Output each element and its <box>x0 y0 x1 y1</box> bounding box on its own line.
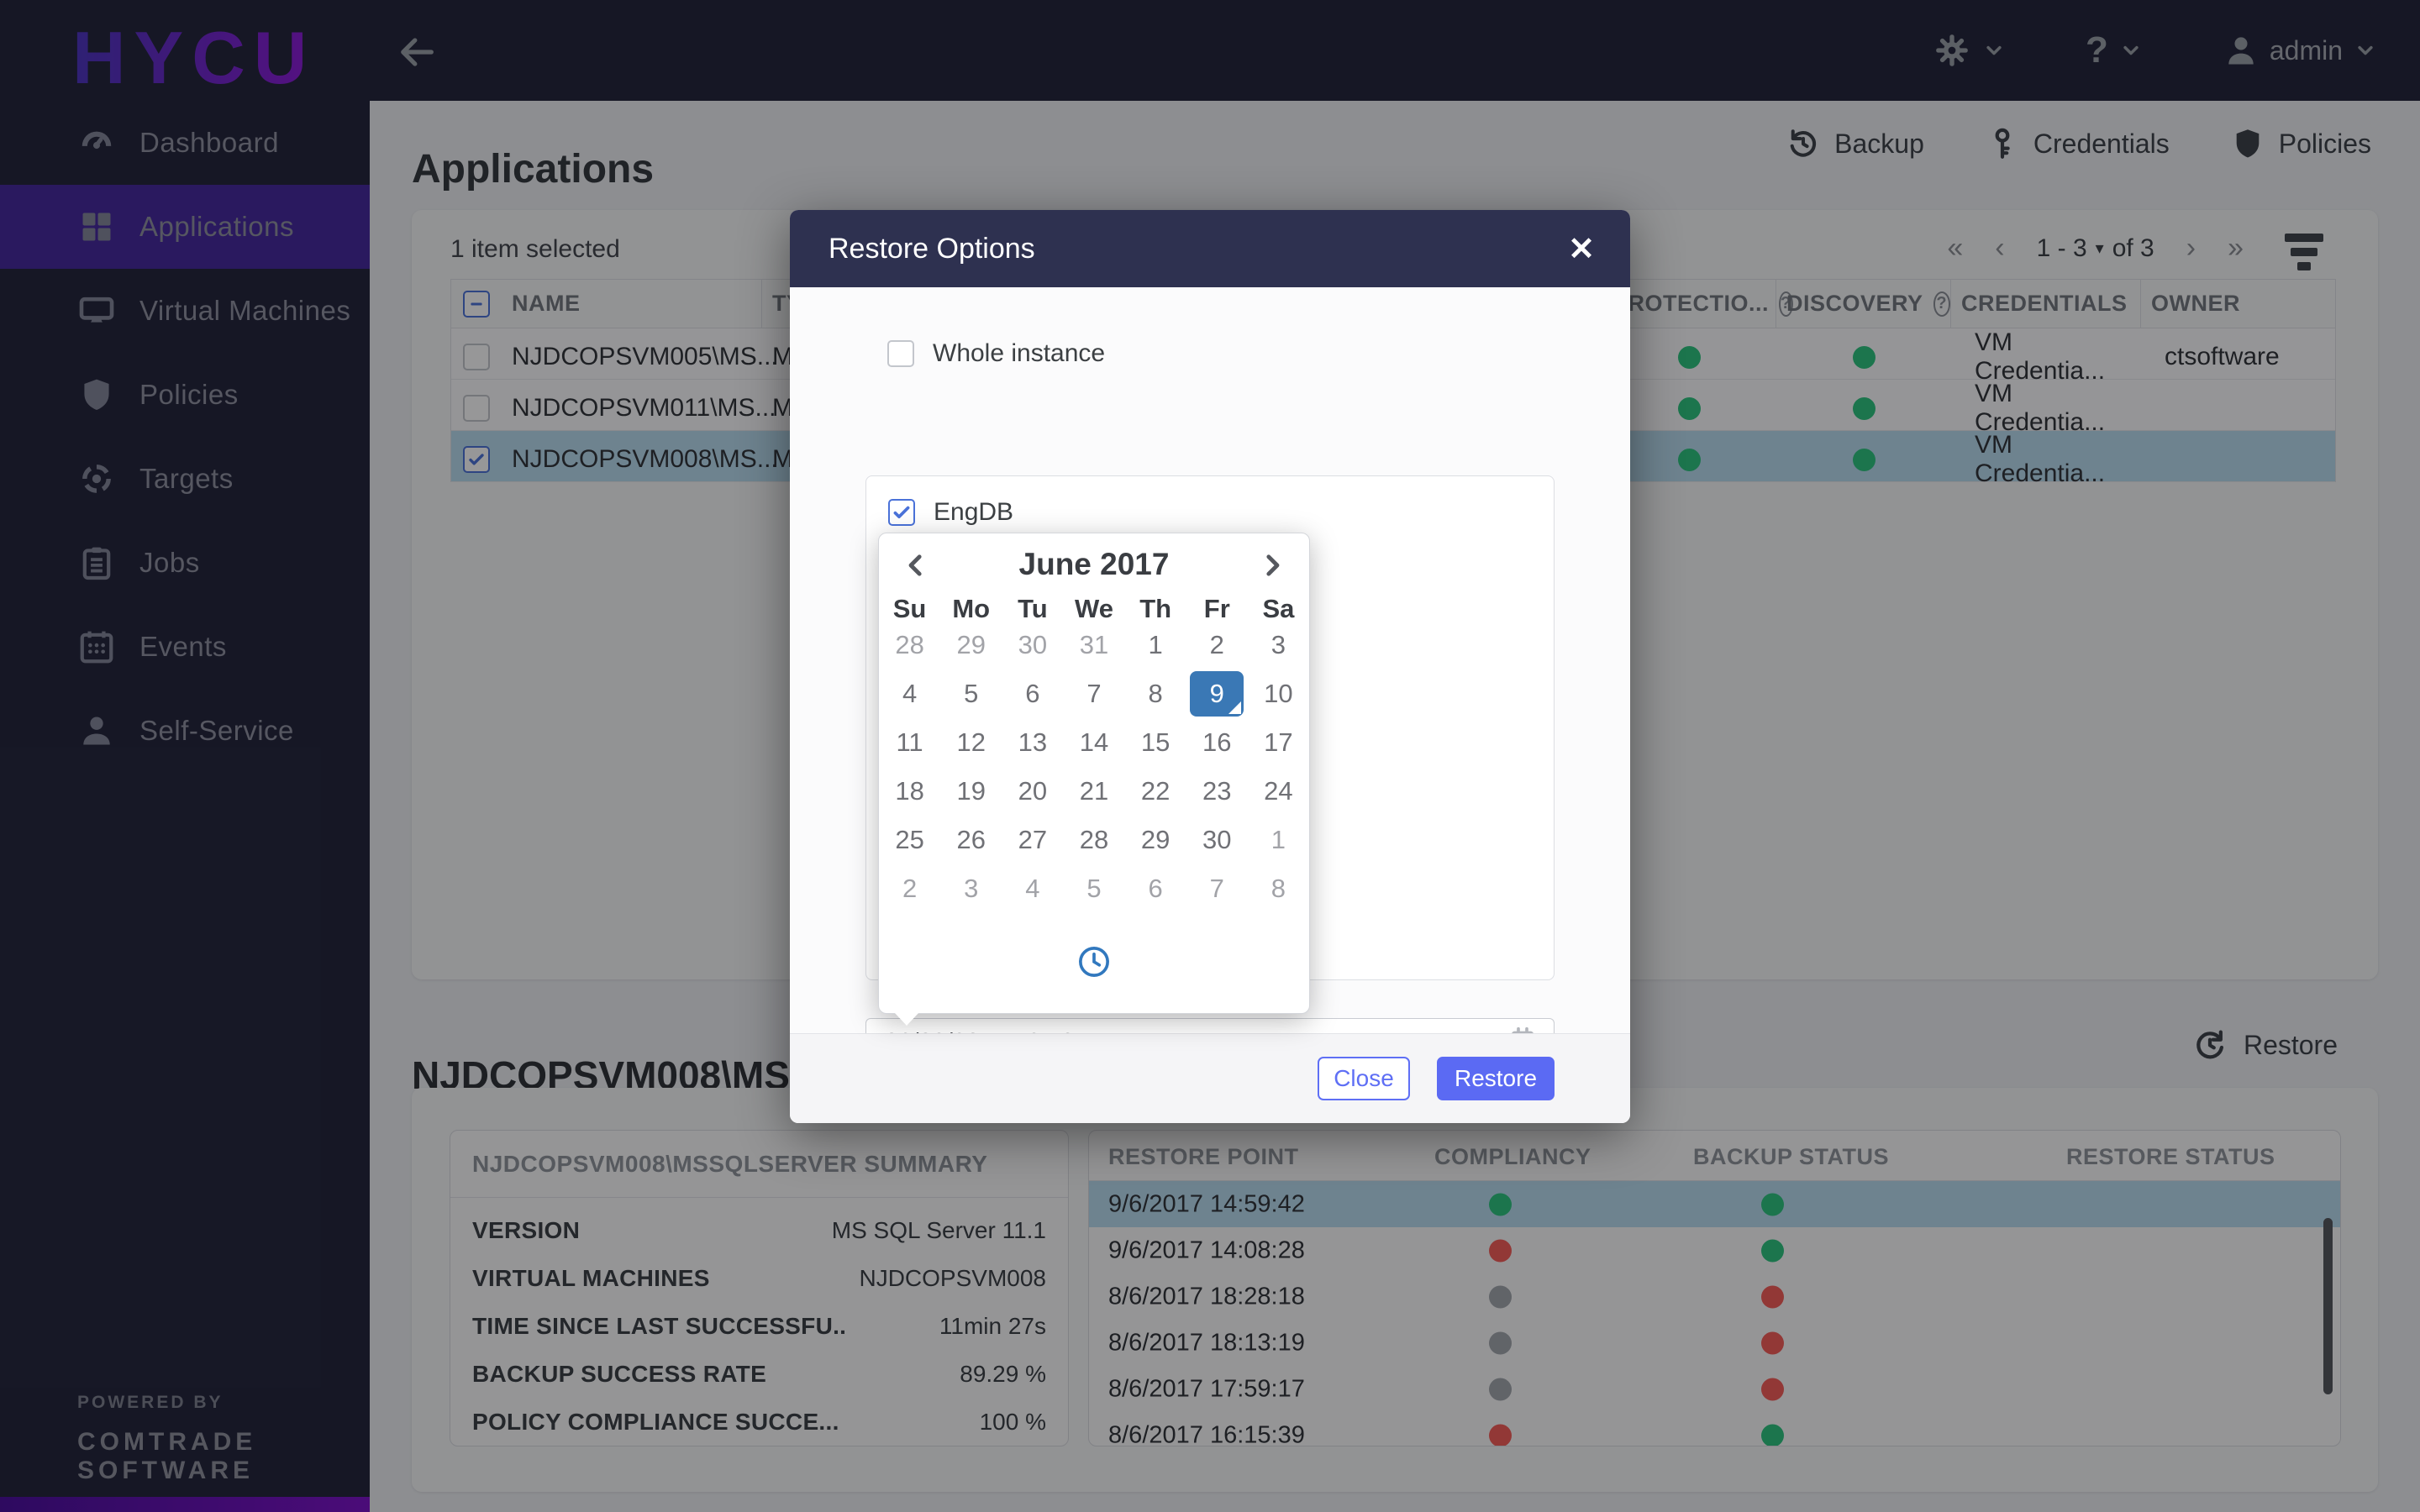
calendar-day[interactable]: 28 <box>879 621 940 669</box>
calendar-day[interactable]: 21 <box>1063 767 1124 816</box>
calendar-day[interactable]: 22 <box>1125 767 1186 816</box>
calendar-day[interactable]: 6 <box>1002 669 1063 718</box>
calendar-day[interactable]: 13 <box>1002 718 1063 767</box>
restore-options-modal: Restore Options ✕ Whole instance EngDB <box>790 210 1630 1123</box>
calendar-day[interactable]: 23 <box>1186 767 1248 816</box>
database-checkbox[interactable] <box>888 499 915 526</box>
calendar-day[interactable]: 1 <box>1248 816 1309 864</box>
calendar-day[interactable]: 30 <box>1186 816 1248 864</box>
calendar-day[interactable]: 20 <box>1002 767 1063 816</box>
popup-pointer <box>894 1012 919 1026</box>
calendar-day[interactable]: 7 <box>1186 864 1248 913</box>
calendar-day[interactable]: 10 <box>1248 669 1309 718</box>
calendar-day[interactable]: 30 <box>1002 621 1063 669</box>
calendar-day[interactable]: 4 <box>1002 864 1063 913</box>
calendar-day[interactable]: 29 <box>940 621 1002 669</box>
calendar-day[interactable]: 18 <box>879 767 940 816</box>
datepicker-popup: June 2017 SuMoTuWeThFrSa 282930311234567… <box>878 533 1310 1014</box>
selected-day: 9 <box>1190 671 1244 717</box>
calendar-day[interactable]: 5 <box>1063 864 1124 913</box>
calendar-day[interactable]: 19 <box>940 767 1002 816</box>
calendar-day[interactable]: 27 <box>1002 816 1063 864</box>
selected-day-corner <box>1228 701 1241 714</box>
weekday-label: Th <box>1125 594 1186 624</box>
weekday-label: Su <box>879 594 940 624</box>
database-label: EngDB <box>934 498 1013 527</box>
calendar-day[interactable]: 11 <box>879 718 940 767</box>
weekday-label: Tu <box>1002 594 1063 624</box>
app-window: HYCU ? admin DashboardApplicationsVirtua… <box>0 0 2420 1512</box>
weekday-label: Sa <box>1248 594 1309 624</box>
calendar-day[interactable]: 3 <box>1248 621 1309 669</box>
check-icon <box>891 501 913 523</box>
calendar-day[interactable]: 8 <box>1125 669 1186 718</box>
calendar-header: June 2017 <box>879 545 1309 585</box>
calendar-day[interactable]: 14 <box>1063 718 1124 767</box>
calendar-day[interactable]: 15 <box>1125 718 1186 767</box>
calendar-day[interactable]: 17 <box>1248 718 1309 767</box>
calendar-day[interactable]: 3 <box>940 864 1002 913</box>
weekday-label: Mo <box>940 594 1002 624</box>
database-option[interactable]: EngDB <box>888 498 1013 527</box>
restore-button[interactable]: Restore <box>1437 1057 1555 1100</box>
clock-icon[interactable] <box>1076 943 1113 980</box>
weekday-label: We <box>1063 594 1124 624</box>
calendar-day[interactable]: 16 <box>1186 718 1248 767</box>
calendar-day[interactable]: 12 <box>940 718 1002 767</box>
whole-instance-option[interactable]: Whole instance <box>887 339 1105 368</box>
modal-footer: Close Restore <box>790 1033 1630 1123</box>
calendar-weekdays: SuMoTuWeThFrSa <box>879 594 1309 624</box>
calendar-day[interactable]: 6 <box>1125 864 1186 913</box>
calendar-day[interactable]: 7 <box>1063 669 1124 718</box>
calendar-day[interactable]: 26 <box>940 816 1002 864</box>
calendar-day[interactable]: 25 <box>879 816 940 864</box>
modal-title: Restore Options <box>829 233 1035 265</box>
calendar-day[interactable]: 28 <box>1063 816 1124 864</box>
calendar-day[interactable]: 9 <box>1186 669 1248 718</box>
calendar-day[interactable]: 4 <box>879 669 940 718</box>
close-button[interactable]: Close <box>1318 1057 1410 1100</box>
calendar-day[interactable]: 1 <box>1125 621 1186 669</box>
calendar-day[interactable]: 2 <box>879 864 940 913</box>
calendar-day[interactable]: 2 <box>1186 621 1248 669</box>
modal-header: Restore Options ✕ <box>790 210 1630 287</box>
calendar-month-title: June 2017 <box>879 547 1309 582</box>
whole-instance-label: Whole instance <box>933 339 1105 368</box>
calendar-grid: 2829303112345678910111213141516171819202… <box>879 621 1309 913</box>
calendar-day[interactable]: 5 <box>940 669 1002 718</box>
calendar-day[interactable]: 24 <box>1248 767 1309 816</box>
next-month-icon[interactable] <box>1257 550 1287 580</box>
weekday-label: Fr <box>1186 594 1248 624</box>
calendar-day[interactable]: 8 <box>1248 864 1309 913</box>
calendar-day[interactable]: 31 <box>1063 621 1124 669</box>
whole-instance-checkbox[interactable] <box>887 340 914 367</box>
calendar-day[interactable]: 29 <box>1125 816 1186 864</box>
close-icon[interactable]: ✕ <box>1563 230 1600 267</box>
